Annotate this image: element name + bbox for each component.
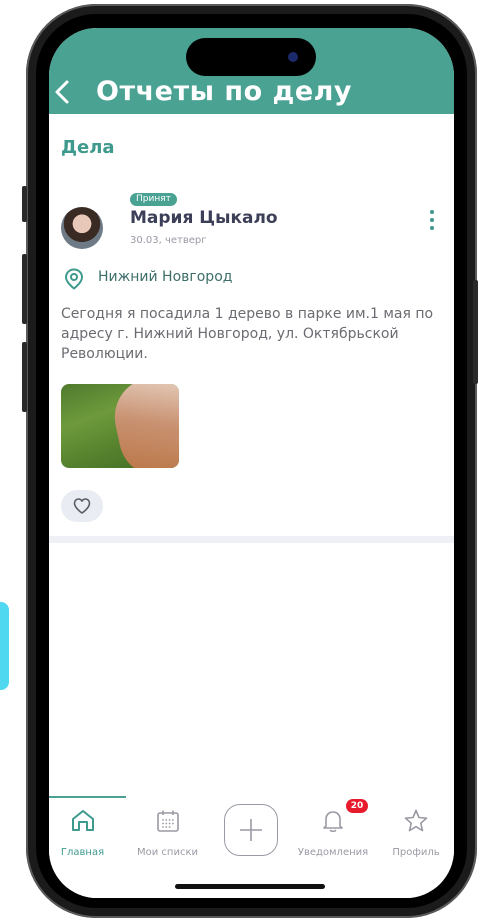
bottom-tab-bar: Главная Мои списки Уведомления 20 Профил… (49, 796, 454, 898)
location-text: Нижний Новгород (98, 269, 233, 285)
phone-side-button (22, 186, 27, 222)
home-indicator[interactable] (175, 884, 325, 889)
heart-icon (73, 498, 91, 514)
avatar[interactable] (61, 207, 103, 249)
section-title: Дела (61, 137, 115, 158)
section-divider (49, 536, 454, 543)
tab-profile[interactable]: Профиль (385, 796, 447, 866)
camera-icon (288, 52, 298, 62)
tab-label: Главная (60, 847, 105, 858)
star-icon (404, 809, 428, 832)
tab-label: Профиль (392, 847, 440, 858)
tab-home[interactable]: Главная (49, 796, 116, 866)
status-badge: Принят (130, 193, 177, 206)
app-screen: Отчеты по делу Дела Принят Мария Цыкало … (49, 28, 454, 898)
photo-content (107, 384, 179, 468)
home-icon (71, 810, 94, 831)
page-title: Отчеты по делу (96, 76, 353, 107)
tab-label: Мои списки (137, 847, 198, 858)
app-header: Отчеты по делу (49, 28, 454, 114)
side-tab-decoration (0, 602, 9, 690)
phone-side-button (22, 254, 27, 324)
like-button[interactable] (61, 490, 103, 522)
author-name[interactable]: Мария Цыкало (130, 208, 278, 228)
tab-my-lists[interactable]: Мои списки (129, 796, 206, 866)
post-photo[interactable] (61, 384, 179, 468)
dynamic-island (186, 38, 316, 76)
location-pin-icon (64, 268, 84, 290)
tab-label: Уведомления (297, 847, 369, 858)
more-vertical-icon[interactable] (428, 210, 436, 232)
phone-side-button (473, 280, 478, 384)
phone-side-button (22, 342, 27, 412)
bell-icon (323, 811, 343, 833)
plus-icon (240, 819, 262, 841)
post-text: Сегодня я посадила 1 дерево в парке им.1… (61, 306, 434, 362)
notification-count-badge: 20 (346, 799, 368, 813)
post-date: 30.03, четверг (130, 235, 207, 246)
calendar-icon (156, 810, 179, 832)
add-button[interactable] (224, 804, 278, 856)
chevron-left-icon[interactable] (52, 78, 74, 108)
